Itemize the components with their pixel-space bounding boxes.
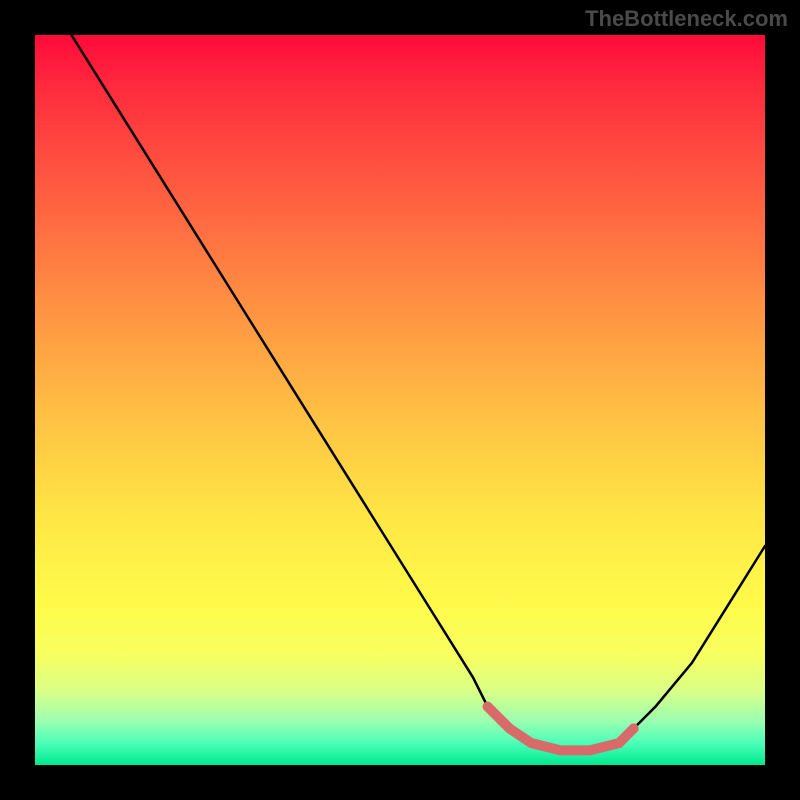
watermark-text: TheBottleneck.com bbox=[585, 6, 788, 32]
plot-area bbox=[35, 35, 765, 765]
highlight-start-dot bbox=[483, 702, 493, 712]
highlight-curve bbox=[488, 707, 634, 751]
highlight-end-dot bbox=[629, 724, 639, 734]
main-curve bbox=[72, 35, 766, 750]
chart-svg bbox=[35, 35, 765, 765]
